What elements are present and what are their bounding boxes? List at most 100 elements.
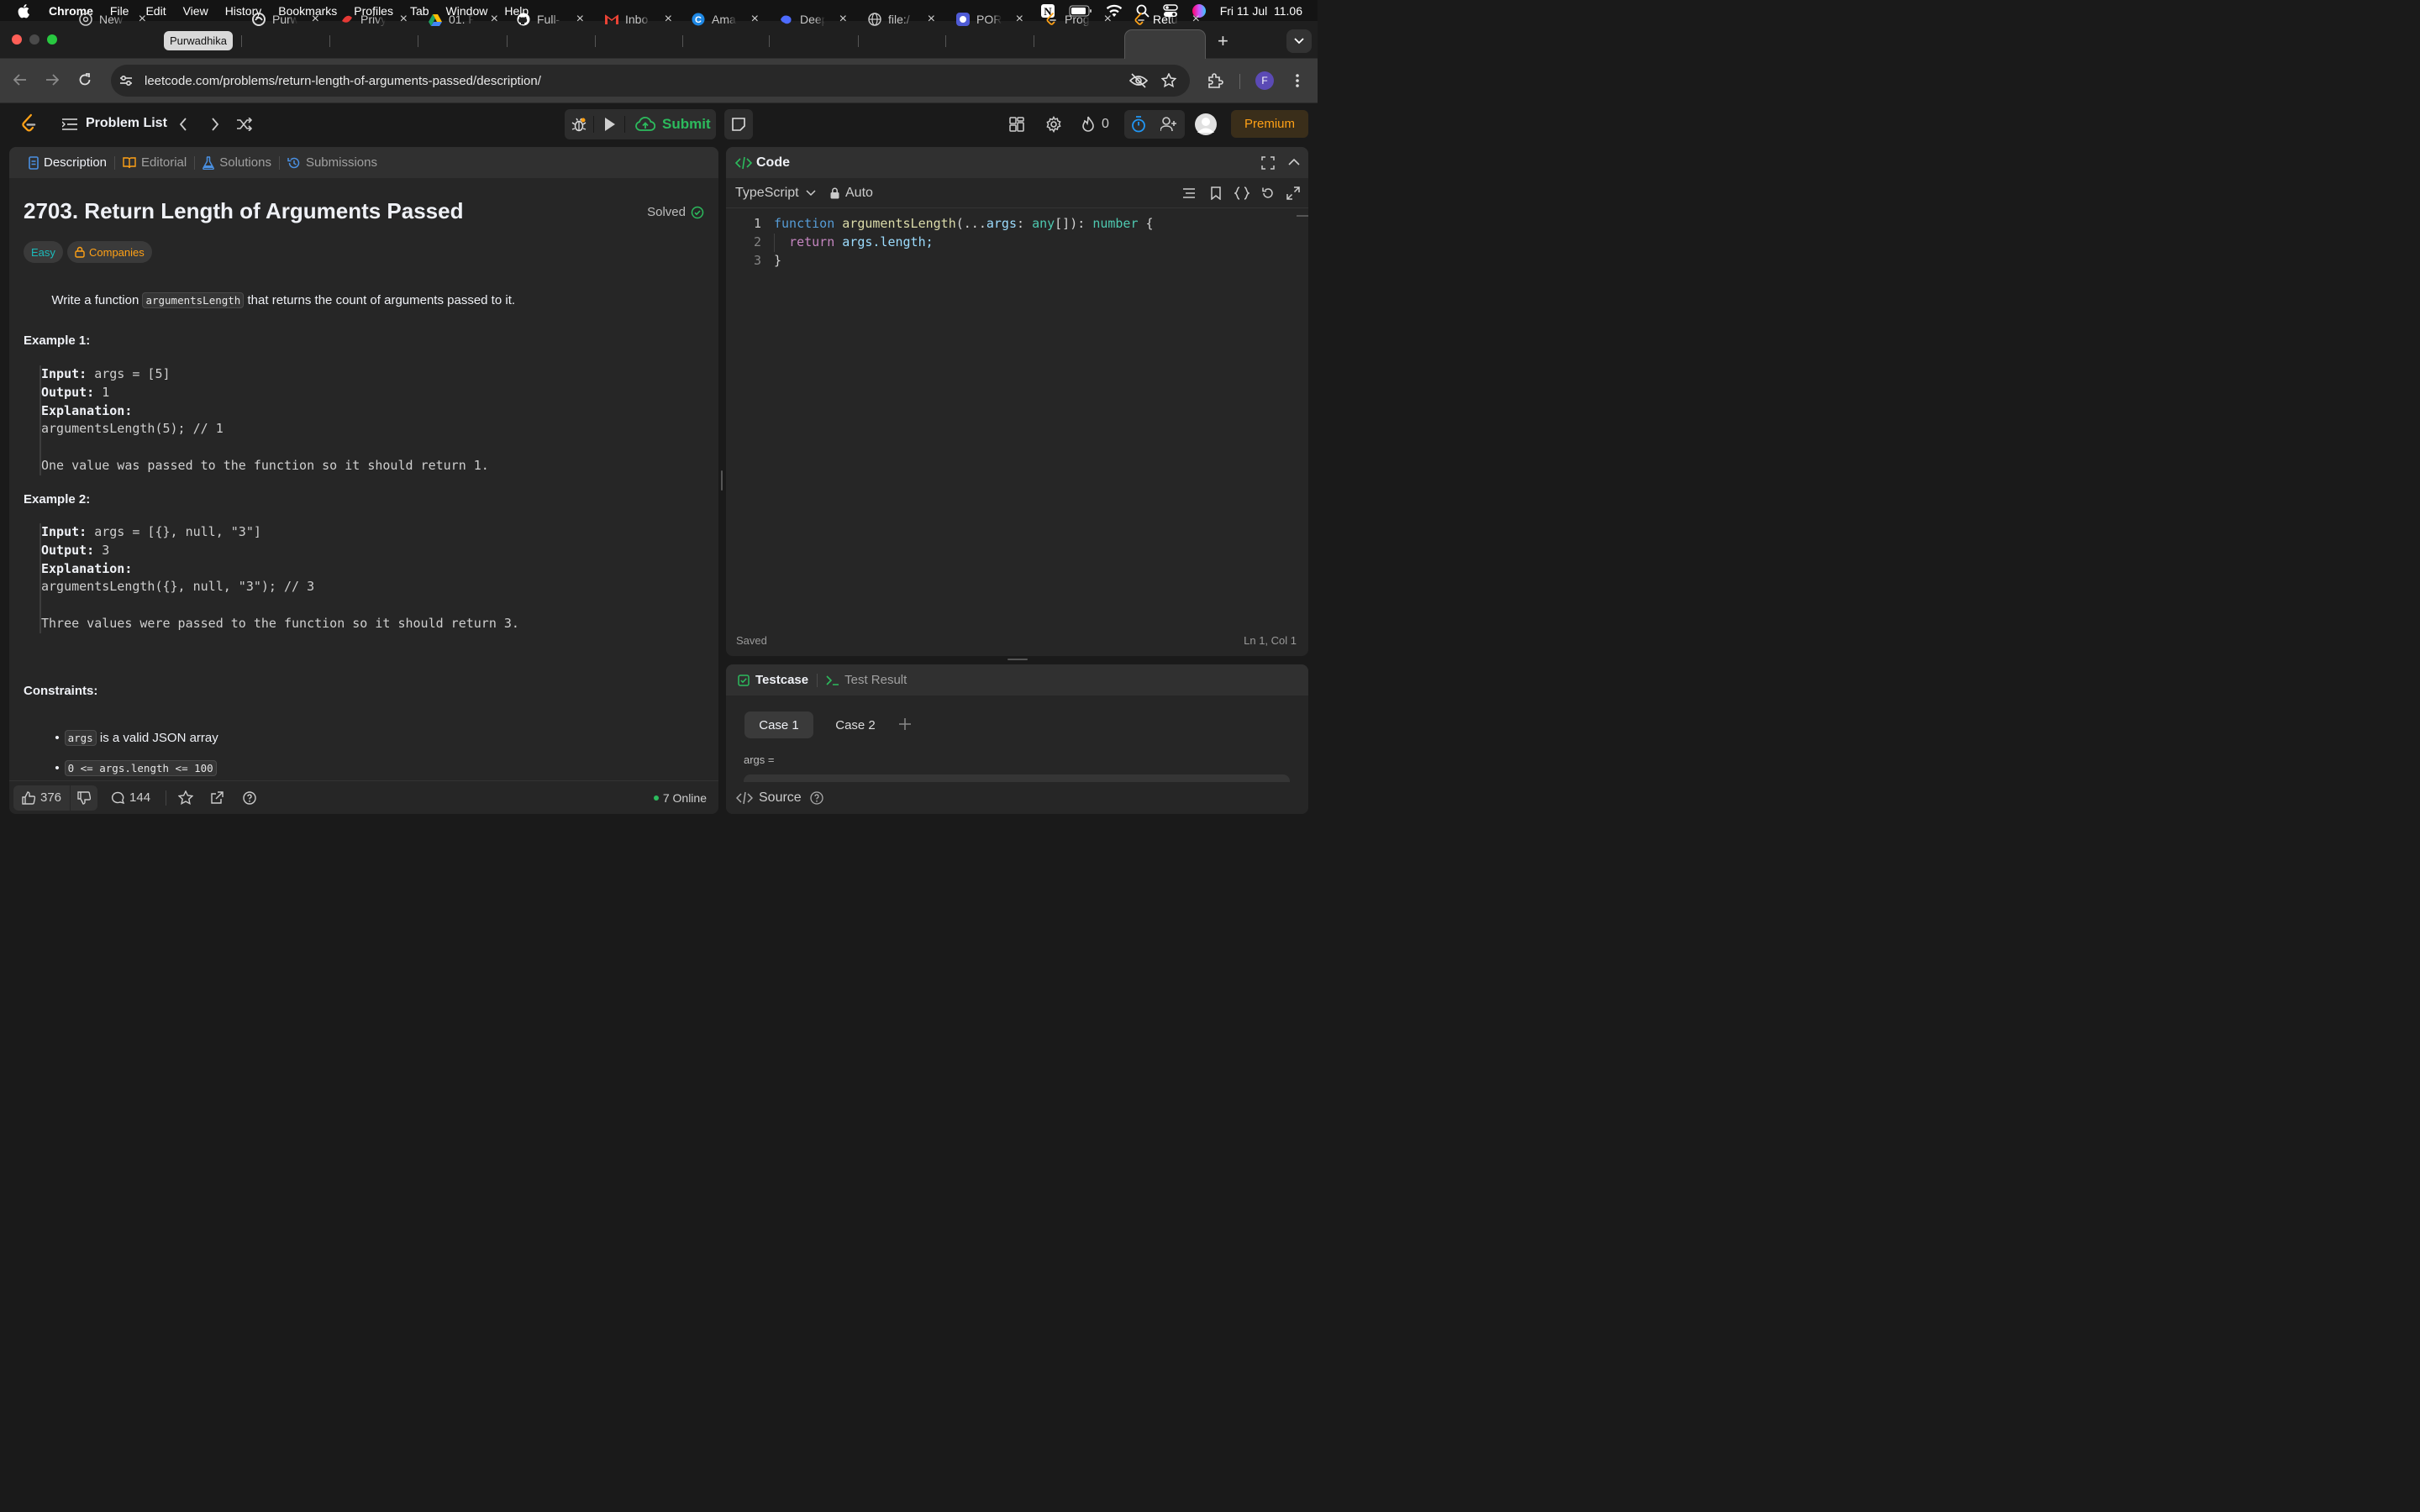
- menu-view[interactable]: View: [183, 4, 208, 18]
- extensions-puzzle-icon[interactable]: [1207, 72, 1223, 89]
- autocomplete-toggle[interactable]: Auto: [830, 186, 873, 201]
- eye-slash-icon[interactable]: [1129, 73, 1148, 88]
- close-tab-icon[interactable]: ×: [1192, 12, 1200, 27]
- close-tab-icon[interactable]: ×: [576, 12, 584, 27]
- code-line[interactable]: return args.length;: [774, 234, 934, 252]
- new-tab-button[interactable]: +: [1218, 30, 1228, 52]
- apple-icon[interactable]: [0, 3, 49, 18]
- browser-tab[interactable]: Deep ×: [780, 8, 847, 30]
- submit-button[interactable]: Submit: [662, 116, 711, 133]
- close-tab-icon[interactable]: ×: [400, 12, 408, 27]
- browser-menu-icon[interactable]: [1295, 73, 1300, 88]
- browser-tab[interactable]: New ×: [79, 8, 146, 30]
- bookmark-star-icon[interactable]: [1161, 73, 1176, 88]
- tab-group-label[interactable]: Purwadhika: [164, 31, 233, 50]
- browser-tab-active[interactable]: Retu ×: [1133, 8, 1200, 30]
- close-tab-icon[interactable]: ×: [1104, 12, 1112, 27]
- stopwatch-icon[interactable]: [1131, 116, 1146, 133]
- url-text[interactable]: leetcode.com/problems/return-length-of-a…: [145, 74, 541, 88]
- difficulty-badge[interactable]: Easy: [24, 241, 63, 263]
- forward-arrow-icon[interactable]: [45, 74, 59, 86]
- tab-editorial[interactable]: Editorial: [115, 155, 194, 170]
- code-line[interactable]: function argumentsLength(...args: any[])…: [774, 215, 1154, 234]
- menu-tab[interactable]: Tab: [410, 4, 429, 18]
- premium-button[interactable]: Premium: [1231, 110, 1308, 138]
- close-tab-icon[interactable]: ×: [839, 12, 847, 27]
- browser-tab[interactable]: 01. F ×: [429, 8, 498, 30]
- favorite-star-icon[interactable]: [178, 790, 194, 806]
- code-line[interactable]: }: [774, 252, 781, 270]
- help-icon[interactable]: [810, 791, 823, 805]
- like-button[interactable]: 376: [13, 785, 71, 811]
- site-settings-icon[interactable]: [119, 75, 133, 87]
- streak-count[interactable]: 0: [1102, 117, 1109, 132]
- minimize-window-button[interactable]: [29, 34, 39, 45]
- back-arrow-icon[interactable]: [13, 74, 27, 86]
- browser-tab[interactable]: C Ama ×: [692, 8, 759, 30]
- source-toggle[interactable]: Source: [759, 790, 802, 806]
- close-tab-icon[interactable]: ×: [665, 12, 672, 27]
- streak-flame-icon[interactable]: [1081, 116, 1095, 133]
- tab-testcase[interactable]: Testcase: [755, 673, 808, 687]
- browser-tab[interactable]: file:/ ×: [868, 8, 935, 30]
- settings-gear-icon[interactable]: [1045, 116, 1062, 133]
- fullscreen-icon[interactable]: [1261, 156, 1275, 170]
- menu-edit[interactable]: Edit: [145, 4, 166, 18]
- prev-problem-icon[interactable]: [179, 118, 187, 131]
- browser-tab[interactable]: Inbo ×: [605, 8, 672, 30]
- close-tab-icon[interactable]: ×: [751, 12, 759, 27]
- leetcode-logo-icon[interactable]: [20, 113, 37, 134]
- close-tab-icon[interactable]: ×: [312, 12, 319, 27]
- reset-code-icon[interactable]: [1261, 186, 1275, 200]
- curly-braces-icon[interactable]: [1234, 186, 1249, 200]
- shuffle-icon[interactable]: [237, 118, 252, 131]
- run-play-icon[interactable]: [604, 117, 616, 132]
- vertical-resize-handle[interactable]: [1007, 659, 1028, 660]
- layout-grid-icon[interactable]: [1009, 117, 1024, 132]
- cloud-upload-icon[interactable]: [635, 117, 655, 132]
- tab-search-button[interactable]: [1286, 29, 1312, 53]
- next-problem-icon[interactable]: [211, 118, 219, 131]
- debug-icon[interactable]: [571, 117, 587, 132]
- close-tab-icon[interactable]: ×: [928, 12, 935, 27]
- problem-list-icon[interactable]: [62, 118, 77, 131]
- tab-test-result[interactable]: Test Result: [844, 673, 907, 687]
- close-tab-icon[interactable]: ×: [1016, 12, 1023, 27]
- browser-tab[interactable]: Purw ×: [252, 8, 319, 30]
- reload-icon[interactable]: [78, 73, 92, 87]
- browser-tab[interactable]: Prog ×: [1044, 8, 1112, 30]
- help-icon[interactable]: [243, 790, 256, 805]
- browser-tab[interactable]: POR ×: [956, 8, 1023, 30]
- case-1-tab[interactable]: Case 1: [744, 711, 813, 738]
- menubar-clock[interactable]: Fri 11 Jul 11.06: [1220, 4, 1302, 18]
- share-icon[interactable]: [210, 790, 224, 805]
- tab-solutions[interactable]: Solutions: [195, 155, 279, 170]
- profile-avatar[interactable]: F: [1255, 71, 1274, 90]
- add-collaborator-icon[interactable]: [1160, 117, 1177, 132]
- case-2-tab[interactable]: Case 2: [821, 711, 890, 738]
- example-2-note: Three values were passed to the function…: [41, 615, 519, 631]
- add-case-plus-icon[interactable]: [899, 718, 911, 730]
- language-select[interactable]: TypeScript: [735, 186, 816, 201]
- panel-resize-handle[interactable]: [721, 470, 723, 491]
- expand-editor-icon[interactable]: [1286, 186, 1300, 200]
- close-tab-icon[interactable]: ×: [491, 12, 498, 27]
- dislike-button[interactable]: [70, 785, 98, 811]
- tab-description[interactable]: Description: [21, 155, 114, 170]
- browser-tab[interactable]: Full- ×: [517, 8, 584, 30]
- tab-submissions[interactable]: Submissions: [280, 155, 385, 170]
- format-lines-icon[interactable]: [1182, 187, 1196, 199]
- problem-list-link[interactable]: Problem List: [86, 116, 167, 131]
- comments-button[interactable]: 144: [111, 790, 150, 805]
- browser-tab[interactable]: Privy ×: [340, 8, 408, 30]
- zoom-window-button[interactable]: [47, 34, 57, 45]
- collapse-chevron-icon[interactable]: [1288, 158, 1300, 166]
- close-window-button[interactable]: [12, 34, 22, 45]
- address-bar[interactable]: leetcode.com/problems/return-length-of-a…: [111, 65, 1190, 97]
- companies-badge[interactable]: Companies: [67, 241, 152, 263]
- close-tab-icon[interactable]: ×: [139, 12, 146, 27]
- editor-scrollbar[interactable]: [1297, 215, 1308, 217]
- bookmark-icon[interactable]: [1211, 186, 1221, 200]
- notes-icon[interactable]: [724, 109, 753, 139]
- user-avatar[interactable]: [1195, 113, 1217, 135]
